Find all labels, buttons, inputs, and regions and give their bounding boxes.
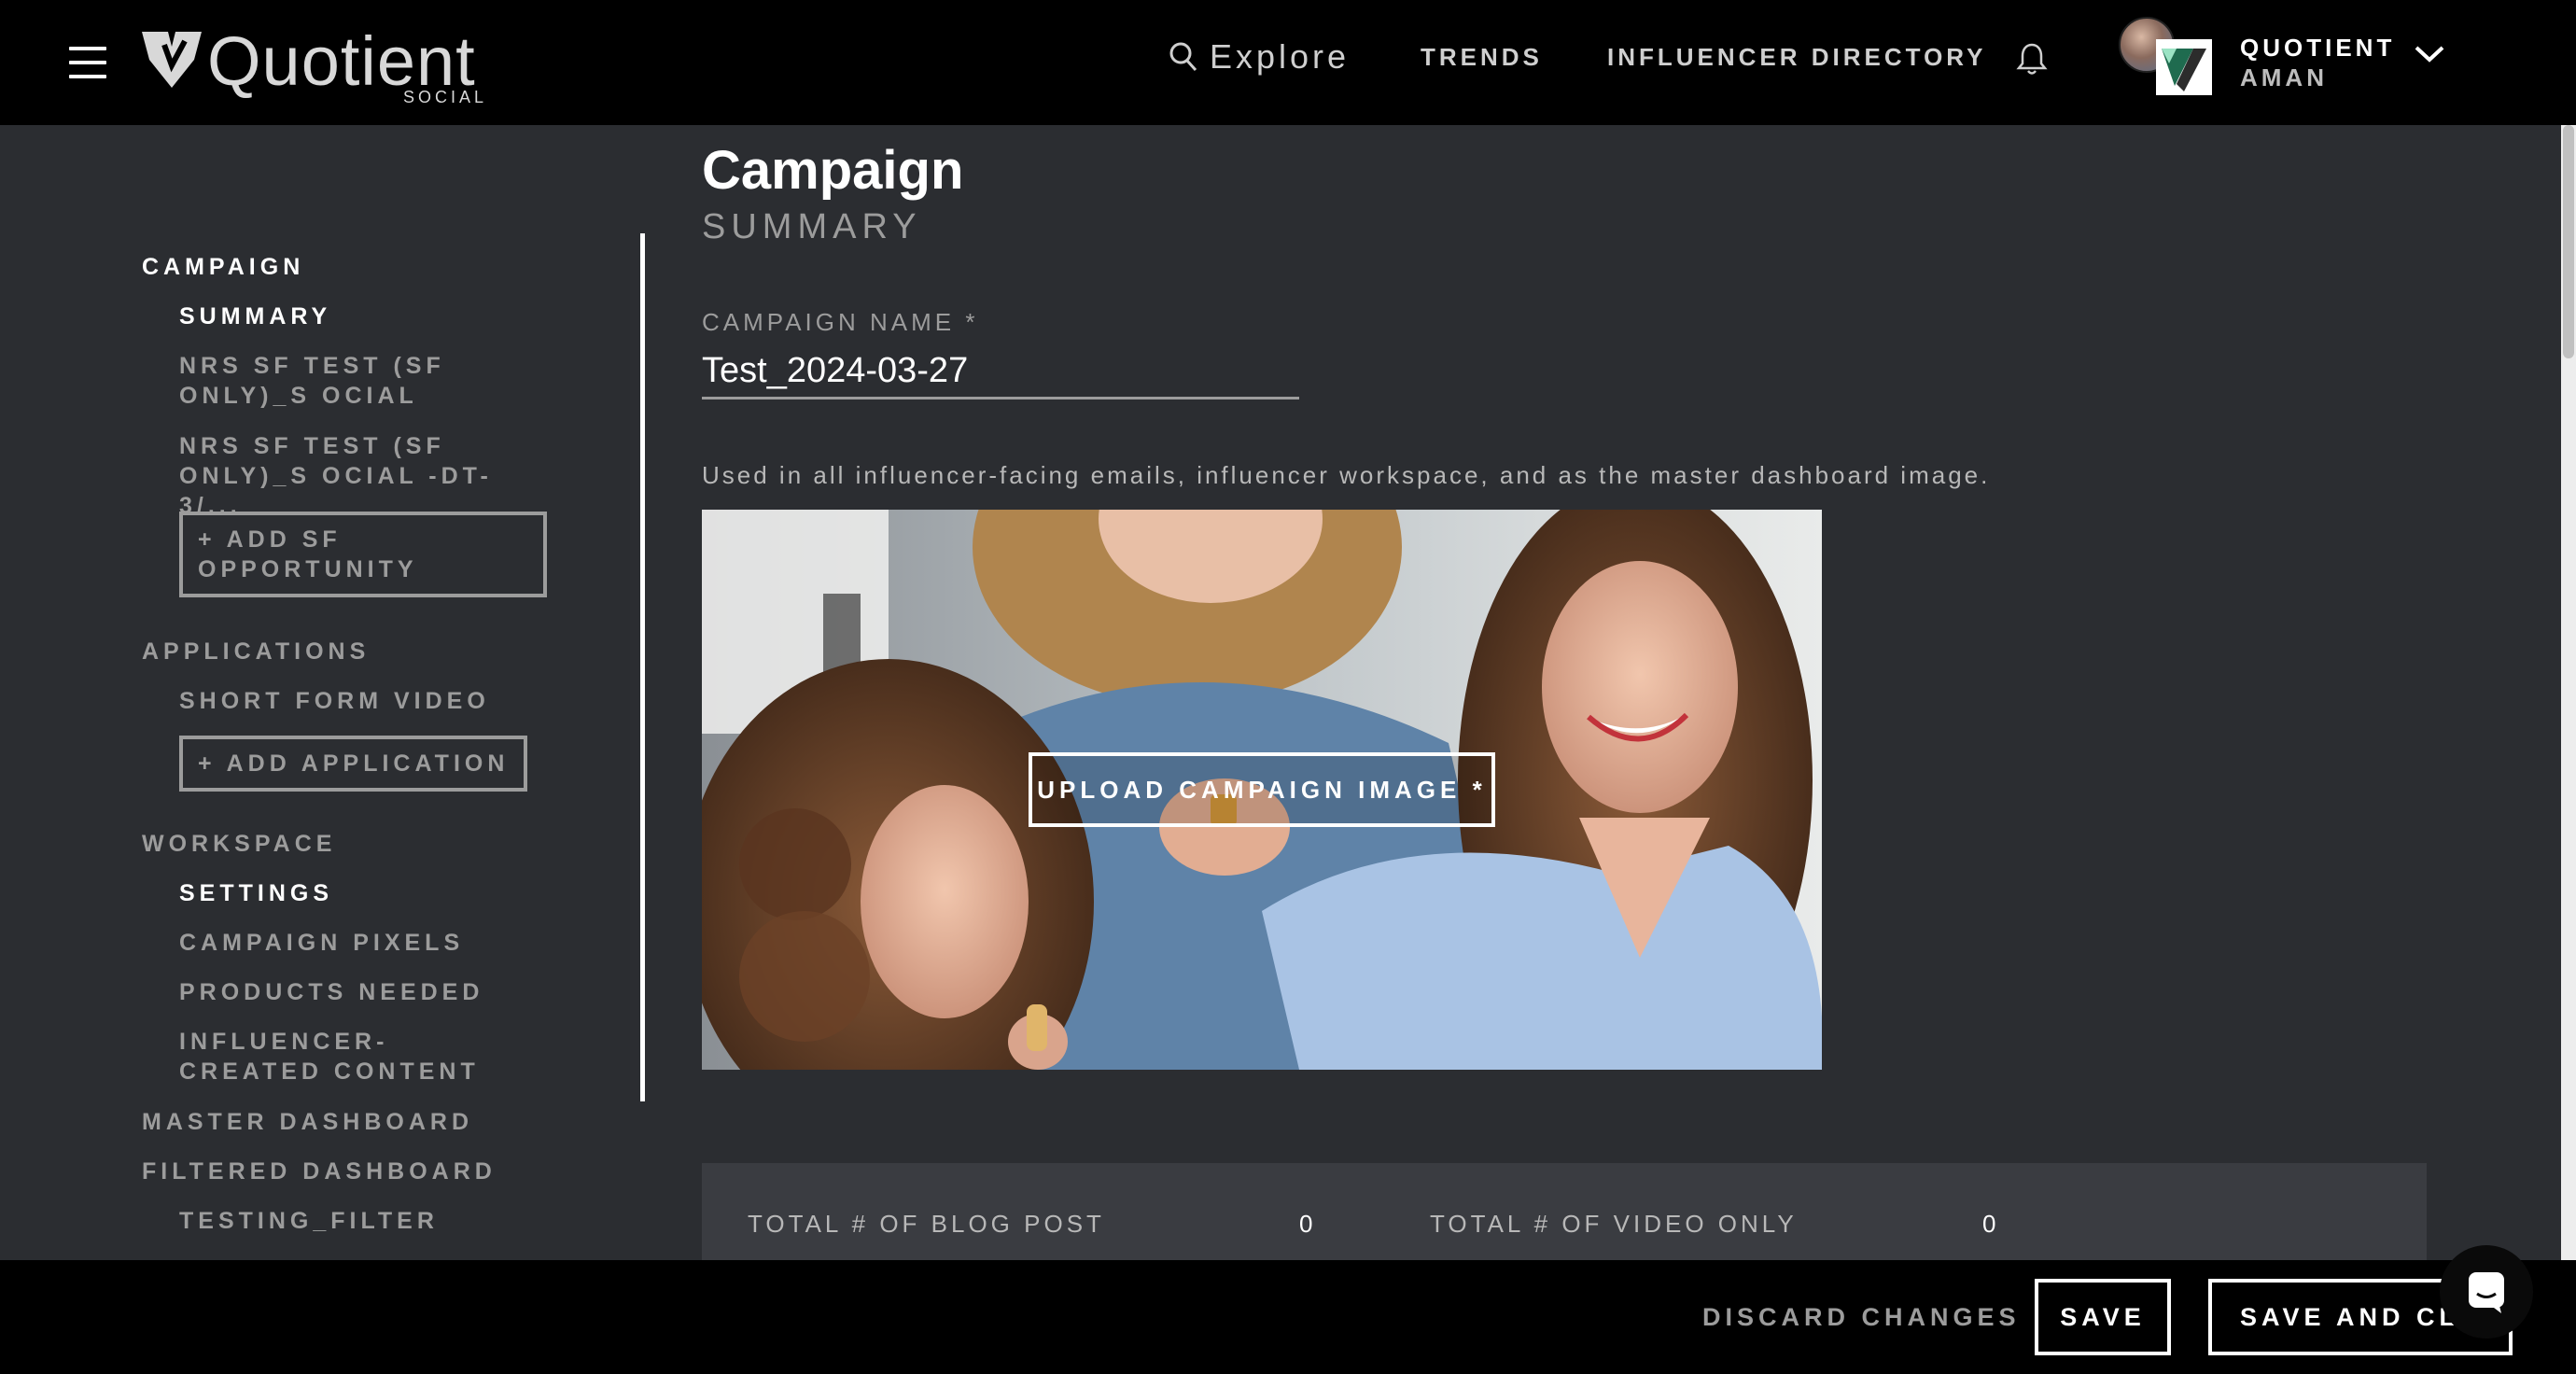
upload-campaign-image-button[interactable]: UPLOAD CAMPAIGN IMAGE *	[1029, 752, 1495, 827]
campaign-name-helper-text: Used in all influencer-facing emails, in…	[702, 461, 1991, 489]
sidebar-divider	[640, 233, 645, 1101]
sidebar-item-products-needed[interactable]: PRODUCTS NEEDED	[179, 977, 553, 1007]
sidebar-item-applications[interactable]: APPLICATIONS	[142, 637, 370, 666]
campaign-image: UPLOAD CAMPAIGN IMAGE *	[702, 510, 1822, 1070]
logo-subtext: SOCIAL	[403, 88, 488, 106]
sidebar-item-master-dashboard[interactable]: MASTER DASHBOARD	[142, 1107, 473, 1137]
page-title: Campaign	[702, 140, 964, 201]
menu-icon[interactable]	[69, 47, 106, 78]
org-logo	[2156, 39, 2212, 95]
chat-icon	[2469, 1272, 2504, 1313]
search-icon	[1169, 42, 1197, 72]
campaign-name-input[interactable]	[702, 345, 1299, 400]
top-navigation-bar: Quotient SOCIAL Explore TRENDS INFLUENCE…	[0, 0, 2576, 125]
user-name: AMAN	[2240, 63, 2328, 91]
explore-label: Explore	[1210, 37, 1351, 76]
sidebar-item-filtered-dashboard[interactable]: FILTERED DASHBOARD	[142, 1157, 497, 1186]
nav-trends[interactable]: TRENDS	[1421, 43, 1543, 72]
notifications-bell-icon[interactable]	[2016, 41, 2048, 81]
chat-support-launcher[interactable]	[2440, 1245, 2533, 1339]
user-avatar[interactable]	[2119, 17, 2216, 95]
discard-changes-button[interactable]: DISCARD CHANGES	[1702, 1303, 2021, 1332]
bottom-action-bar: DISCARD CHANGES SAVE SAVE AND CLOSE	[0, 1260, 2576, 1374]
sidebar-item-summary[interactable]: SUMMARY	[179, 301, 553, 331]
user-org-name: QUOTIENT	[2240, 34, 2396, 62]
page-subtitle: SUMMARY	[702, 207, 922, 246]
nav-influencer-directory[interactable]: INFLUENCER DIRECTORY	[1607, 43, 1986, 72]
logo-mark-icon	[142, 32, 202, 88]
save-button[interactable]: SAVE	[2035, 1279, 2171, 1355]
campaign-stats-panel: TOTAL # OF BLOG POST 0 TOTAL # OF VIDEO …	[702, 1163, 2427, 1260]
campaign-name-label: CAMPAIGN NAME *	[702, 308, 979, 336]
sidebar-item-sf-opportunity-2[interactable]: NRS SF TEST (SF ONLY)_S OCIAL -DT-3/...	[179, 431, 553, 521]
sidebar-item-influencer-created-content[interactable]: INFLUENCER-CREATED CONTENT	[179, 1027, 515, 1087]
sidebar-item-testing-filter[interactable]: TESTING_FILTER	[179, 1206, 553, 1236]
explore-search[interactable]: Explore	[1169, 34, 1350, 80]
sidebar-item-short-form-video[interactable]: SHORT FORM VIDEO	[179, 686, 553, 716]
add-application-button[interactable]: + ADD APPLICATION	[179, 736, 528, 792]
sidebar-item-campaign-pixels[interactable]: CAMPAIGN PIXELS	[179, 928, 553, 958]
stat-value-video-only: 0	[1982, 1210, 1996, 1238]
sidebar-item-workspace[interactable]: WORKSPACE	[142, 829, 336, 859]
stat-label-video-only: TOTAL # OF VIDEO ONLY	[1430, 1210, 1798, 1238]
stat-label-blog-post: TOTAL # OF BLOG POST	[748, 1210, 1105, 1238]
chevron-down-icon[interactable]	[2414, 45, 2445, 68]
add-sf-opportunity-button[interactable]: + ADD SF OPPORTUNITY	[179, 512, 547, 597]
sidebar-item-sf-opportunity-1[interactable]: NRS SF TEST (SF ONLY)_S OCIAL	[179, 351, 553, 411]
sidebar-item-campaign[interactable]: CAMPAIGN	[142, 252, 304, 282]
stat-value-blog-post: 0	[1299, 1210, 1313, 1238]
quotient-logo[interactable]: Quotient SOCIAL	[140, 24, 485, 108]
sidebar-item-settings[interactable]: SETTINGS	[179, 878, 553, 908]
scrollbar-thumb[interactable]	[2563, 125, 2574, 358]
